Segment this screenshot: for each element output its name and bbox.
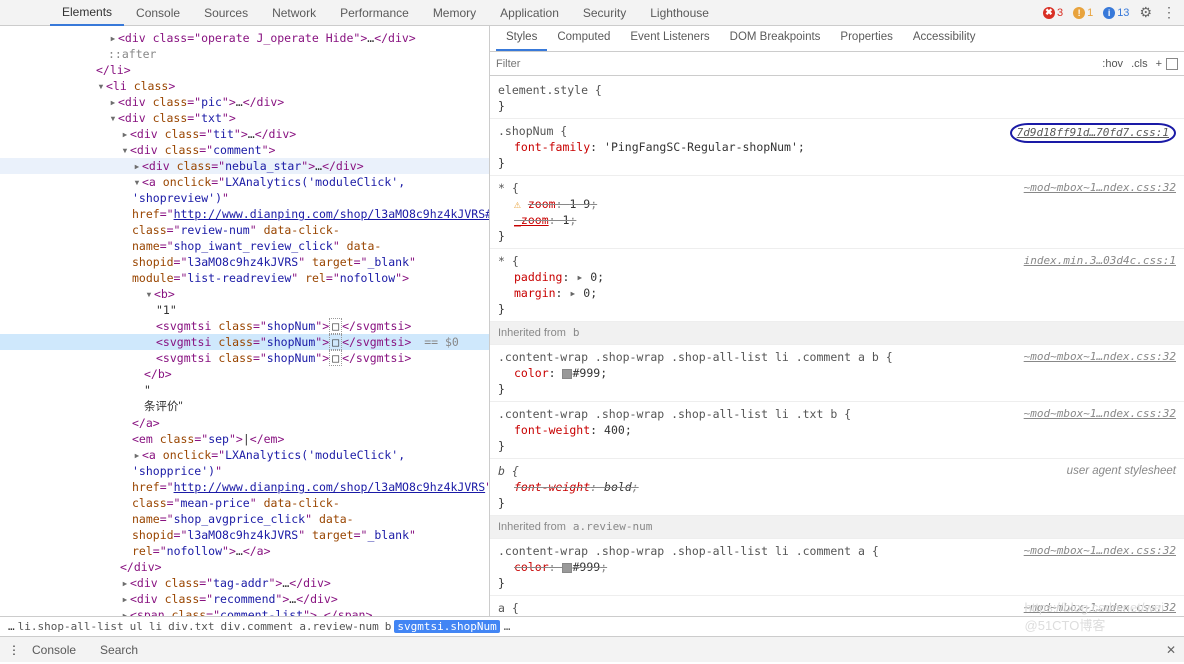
rule-a-comment[interactable]: ~mod~mbox~1…ndex.css:32 .content-wrap .s… xyxy=(490,539,1184,596)
dom-b-close[interactable]: </b> xyxy=(0,366,489,382)
info-count[interactable]: i13 xyxy=(1103,7,1129,19)
tab-lighthouse[interactable]: Lighthouse xyxy=(638,1,721,25)
rule-inherit-b-fw[interactable]: ~mod~mbox~1…ndex.css:32 .content-wrap .s… xyxy=(490,402,1184,459)
stab-dombreak[interactable]: DOM Breakpoints xyxy=(720,26,831,51)
drawer-console[interactable]: Console xyxy=(20,643,88,657)
dom-tag-addr[interactable]: ▸<div class="tag-addr">…</div> xyxy=(0,575,489,591)
dom-txt[interactable]: ▾<div class="txt"> xyxy=(0,110,489,126)
source-link[interactable]: index.min.3…03d4c.css:1 xyxy=(1024,253,1176,269)
dom-li[interactable]: ▾<li class> xyxy=(0,78,489,94)
stab-styles[interactable]: Styles xyxy=(496,26,547,51)
tab-performance[interactable]: Performance xyxy=(328,1,421,25)
color-swatch[interactable] xyxy=(562,563,572,573)
gear-icon[interactable]: ⚙ xyxy=(1139,4,1152,21)
warning-count[interactable]: !1 xyxy=(1073,7,1093,19)
dom-pic[interactable]: ▸<div class="pic">…</div> xyxy=(0,94,489,110)
tab-elements[interactable]: Elements xyxy=(50,0,124,26)
tab-memory[interactable]: Memory xyxy=(421,1,488,25)
tab-sources[interactable]: Sources xyxy=(192,1,260,25)
ua-label: user agent stylesheet xyxy=(1067,463,1176,479)
status-icons: ✖3 !1 i13 ⚙ ⋮ xyxy=(1043,4,1176,21)
crumb[interactable]: a.review-num xyxy=(296,620,381,633)
dom-q[interactable]: " xyxy=(0,382,489,398)
dom-a-close[interactable]: </a> xyxy=(0,415,489,431)
source-link[interactable]: ~mod~mbox~1…ndex.css:32 xyxy=(1024,180,1176,196)
hov-toggle[interactable]: :hov xyxy=(1098,58,1127,70)
dom-em[interactable]: <em class="sep">|</em> xyxy=(0,431,489,447)
source-link[interactable]: ~mod~mbox~1…ndex.css:32 xyxy=(1024,543,1176,559)
tab-security[interactable]: Security xyxy=(571,1,638,25)
dom-price-link[interactable]: ▸<a onclick="LXAnalytics('moduleClick', … xyxy=(0,447,489,559)
rule-shopnum[interactable]: 7d9d18ff91d…70fd7.css:1 .shopNum { font-… xyxy=(490,119,1184,176)
dom-comment[interactable]: ▾<div class="comment"> xyxy=(0,142,489,158)
styles-subtabs: Styles Computed Event Listeners DOM Brea… xyxy=(490,26,1184,52)
dom-text-1[interactable]: "1" xyxy=(0,302,489,318)
tab-application[interactable]: Application xyxy=(488,1,571,25)
dom-nebula[interactable]: ▸<div class="nebula_star">…</div> xyxy=(0,158,489,174)
tab-console[interactable]: Console xyxy=(124,1,192,25)
rule-star1[interactable]: ~mod~mbox~1…ndex.css:32 * { ⚠ zoom: 1 9;… xyxy=(490,176,1184,249)
stab-computed[interactable]: Computed xyxy=(547,26,620,51)
devtools-main-tabs: Elements Console Sources Network Perform… xyxy=(0,0,1184,26)
close-icon[interactable]: ✕ xyxy=(1166,643,1176,657)
crumb[interactable]: div.comment xyxy=(217,620,296,633)
rule-inherit-b-color[interactable]: ~mod~mbox~1…ndex.css:32 .content-wrap .s… xyxy=(490,345,1184,402)
dom-pseudo[interactable]: ::after xyxy=(0,46,489,62)
drawer: ⋮ Console Search ✕ xyxy=(0,636,1184,662)
dom-svg3[interactable]: <svgmtsi class="shopNum">□</svgmtsi> xyxy=(0,350,489,366)
color-swatch[interactable] xyxy=(562,369,572,379)
plus-icon[interactable]: + xyxy=(1152,58,1166,70)
dom-svg2-selected[interactable]: <svgmtsi class="shopNum">□</svgmtsi> == … xyxy=(0,334,489,350)
rule-element-style[interactable]: element.style {} xyxy=(490,78,1184,119)
dom-tiaoping[interactable]: 条评价" xyxy=(0,398,489,415)
stab-event[interactable]: Event Listeners xyxy=(620,26,719,51)
dom-comment-list[interactable]: ▸<span class="comment-list">…</span> xyxy=(0,607,489,616)
cls-toggle[interactable]: .cls xyxy=(1127,58,1152,70)
stab-a11y[interactable]: Accessibility xyxy=(903,26,986,51)
styles-filter-bar: :hov .cls + xyxy=(490,52,1184,76)
toggle-icon[interactable] xyxy=(1166,58,1178,70)
source-link[interactable]: ~mod~mbox~1…ndex.css:32 xyxy=(1024,406,1176,422)
dom-recommend[interactable]: ▸<div class="recommend">…</div> xyxy=(0,591,489,607)
dom-review-link[interactable]: ▾<a onclick="LXAnalytics('moduleClick', … xyxy=(0,174,489,286)
elements-tree[interactable]: ▸<div class="operate J_operate Hide">…</… xyxy=(0,26,490,616)
dom-div-close[interactable]: </div> xyxy=(0,559,489,575)
more-icon[interactable]: ⋮ xyxy=(1162,4,1176,21)
source-link[interactable]: ~mod~mbox~1…ndex.css:32 xyxy=(1024,349,1176,365)
warning-icon: ⚠ xyxy=(514,197,521,211)
crumb[interactable]: li.shop-all-list xyxy=(15,620,127,633)
tab-network[interactable]: Network xyxy=(260,1,328,25)
stab-props[interactable]: Properties xyxy=(830,26,902,51)
dom-close-li[interactable]: </li> xyxy=(0,62,489,78)
dom-tit[interactable]: ▸<div class="tit">…</div> xyxy=(0,126,489,142)
rule-star2[interactable]: index.min.3…03d4c.css:1 * { padding: ▸ 0… xyxy=(490,249,1184,322)
crumb[interactable]: ul xyxy=(127,620,146,633)
drawer-search[interactable]: Search xyxy=(88,643,150,657)
crumb[interactable]: li xyxy=(146,620,165,633)
crumb[interactable]: b xyxy=(382,620,395,633)
styles-panel: Styles Computed Event Listeners DOM Brea… xyxy=(490,26,1184,616)
breadcrumb[interactable]: … li.shop-all-list ul li div.txt div.com… xyxy=(0,616,1184,636)
crumb-active[interactable]: svgmtsi.shopNum xyxy=(394,620,499,633)
inherited-from-b: Inherited from b xyxy=(490,322,1184,345)
dom-svg1[interactable]: <svgmtsi class="shopNum">□</svgmtsi> xyxy=(0,318,489,334)
crumb[interactable]: div.txt xyxy=(165,620,217,633)
error-count[interactable]: ✖3 xyxy=(1043,7,1063,19)
watermark: https://blog.csdn.net/wei@51CTO博客 xyxy=(1025,600,1164,634)
dom-b-open[interactable]: ▾<b> xyxy=(0,286,489,302)
filter-input[interactable] xyxy=(496,58,1098,70)
styles-rules[interactable]: element.style {} 7d9d18ff91d…70fd7.css:1… xyxy=(490,76,1184,616)
dom-line[interactable]: ▸<div class="operate J_operate Hide">…</… xyxy=(0,30,489,46)
rule-b-ua[interactable]: user agent stylesheet b { font-weight: b… xyxy=(490,459,1184,516)
source-link-circled[interactable]: 7d9d18ff91d…70fd7.css:1 xyxy=(1010,123,1176,143)
inherited-from-a: Inherited from a.review-num xyxy=(490,516,1184,539)
